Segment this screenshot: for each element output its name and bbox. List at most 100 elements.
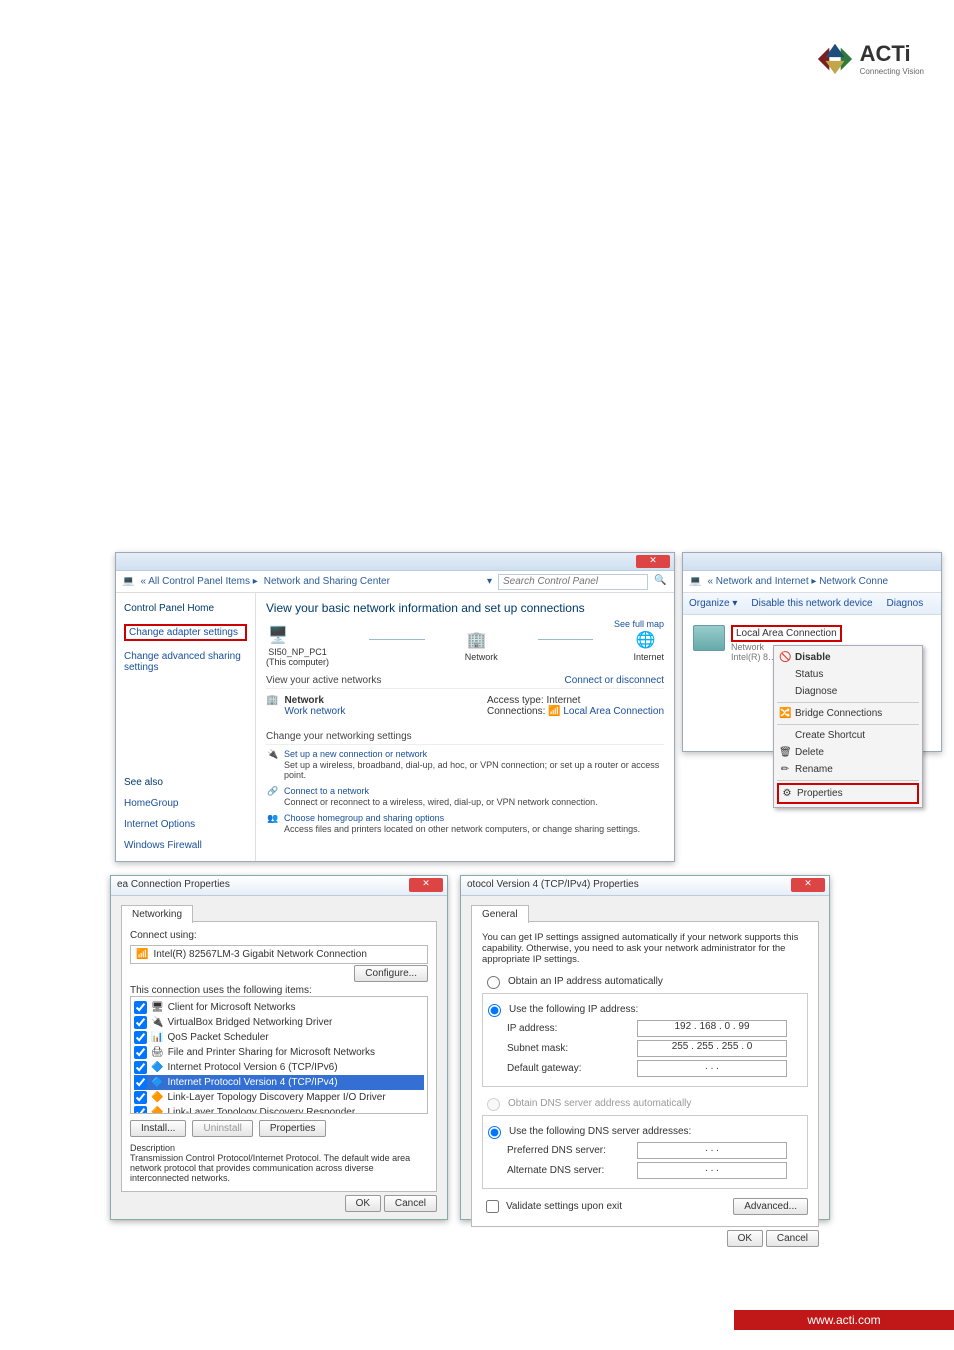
connect-network-link[interactable]: Connect to a network: [284, 786, 369, 796]
sidebar-item-windows-firewall[interactable]: Windows Firewall: [124, 840, 247, 851]
properties-button[interactable]: Properties: [259, 1120, 327, 1137]
adapter-name[interactable]: Local Area Connection: [731, 625, 842, 642]
validate-checkbox[interactable]: [486, 1200, 499, 1213]
checkbox[interactable]: [134, 1091, 147, 1104]
adapter-name: Intel(R) 82567LM-3 Gigabit Network Conne…: [153, 949, 366, 960]
sidebar-item-internet-options[interactable]: Internet Options: [124, 819, 247, 830]
ok-button[interactable]: OK: [345, 1195, 381, 1212]
connect-disconnect-link[interactable]: Connect or disconnect: [564, 675, 664, 686]
gear-icon: ⚙: [781, 788, 793, 799]
menu-create-shortcut[interactable]: Create Shortcut: [777, 727, 919, 744]
configure-button[interactable]: Configure...: [354, 965, 428, 982]
change-adapter-settings-link[interactable]: Change adapter settings: [124, 624, 247, 641]
alternate-dns-input[interactable]: . . .: [637, 1162, 787, 1179]
obtain-ip-radio[interactable]: [487, 976, 500, 989]
list-item: 📊QoS Packet Scheduler: [134, 1030, 424, 1045]
network-sharing-center-window: ✕ 💻 « All Control Panel Items ▸ Network …: [115, 552, 675, 862]
connections-value[interactable]: Local Area Connection: [563, 706, 664, 717]
use-dns-label: Use the following DNS server addresses:: [509, 1126, 691, 1137]
setup-icon: 🔌: [266, 749, 280, 760]
pc-name: SI50_NP_PC1: [266, 647, 329, 657]
use-ip-radio[interactable]: [488, 1004, 501, 1017]
subnet-mask-label: Subnet mask:: [507, 1043, 637, 1054]
printer-icon: 🖨: [151, 1047, 164, 1058]
address-bar[interactable]: 💻 « Network and Internet ▸ Network Conne: [683, 571, 941, 593]
tab-general[interactable]: General: [471, 905, 529, 923]
use-dns-radio[interactable]: [488, 1126, 501, 1139]
checkbox[interactable]: [134, 1031, 147, 1044]
ok-button[interactable]: OK: [727, 1230, 763, 1247]
search-input[interactable]: [498, 574, 648, 590]
see-also-heading: See also: [124, 777, 247, 788]
organize-menu[interactable]: Organize ▾: [689, 598, 737, 609]
checkbox[interactable]: [134, 1046, 147, 1059]
qos-icon: 📊: [151, 1032, 163, 1043]
client-icon: 🖥: [151, 1002, 164, 1013]
obtain-ip-label: Obtain an IP address automatically: [508, 976, 663, 987]
advanced-button[interactable]: Advanced...: [733, 1198, 808, 1215]
menu-diagnose[interactable]: Diagnose: [777, 683, 919, 700]
close-icon[interactable]: ✕: [636, 555, 670, 568]
default-gateway-label: Default gateway:: [507, 1063, 637, 1074]
control-panel-home-link[interactable]: Control Panel Home: [124, 603, 247, 614]
internet-label: Internet: [633, 652, 664, 662]
breadcrumb-current[interactable]: Network and Sharing Center: [264, 576, 390, 587]
menu-properties[interactable]: ⚙Properties: [777, 783, 919, 804]
obtain-dns-radio: [487, 1098, 500, 1111]
default-gateway-input[interactable]: . . .: [637, 1060, 787, 1077]
dialog-title: otocol Version 4 (TCP/IPv4) Properties: [467, 879, 639, 890]
install-button[interactable]: Install...: [130, 1120, 186, 1137]
connection-properties-dialog: ea Connection Properties ✕ Networking Co…: [110, 875, 448, 1220]
protocol-list[interactable]: 🖥Client for Microsoft Networks 🔌VirtualB…: [130, 996, 428, 1114]
window-titlebar: [683, 553, 941, 571]
ipv4-properties-dialog: otocol Version 4 (TCP/IPv4) Properties ✕…: [460, 875, 830, 1220]
use-ip-label: Use the following IP address:: [509, 1004, 638, 1015]
description-label: Description: [130, 1143, 428, 1153]
address-bar[interactable]: 💻 « All Control Panel Items ▸ Network an…: [116, 571, 674, 593]
close-icon[interactable]: ✕: [791, 878, 825, 892]
network-connections-window: 💻 « Network and Internet ▸ Network Conne…: [682, 552, 942, 752]
building-icon: 🏢: [266, 695, 278, 717]
folder-icon: 💻: [122, 576, 134, 587]
diagnose-button[interactable]: Diagnos: [887, 598, 924, 609]
subnet-mask-input[interactable]: 255 . 255 . 255 . 0: [637, 1040, 787, 1057]
close-icon[interactable]: ✕: [409, 878, 443, 892]
logo-icon: [816, 40, 854, 78]
nic-icon: 📶: [136, 949, 148, 960]
checkbox[interactable]: [134, 1076, 147, 1089]
search-icon[interactable]: 🔍: [654, 575, 668, 589]
connect-using-label: Connect using:: [130, 930, 428, 941]
network-name: Network: [284, 695, 345, 706]
folder-icon: 💻: [689, 576, 701, 587]
checkbox[interactable]: [134, 1061, 147, 1074]
uninstall-button: Uninstall: [192, 1120, 252, 1137]
disable-network-device-button[interactable]: Disable this network device: [751, 598, 872, 609]
adapter-icon[interactable]: [693, 625, 725, 651]
list-item: 🔷Internet Protocol Version 6 (TCP/IPv6): [134, 1060, 424, 1075]
menu-delete[interactable]: 🗑Delete: [777, 744, 919, 761]
globe-icon: 🌐: [633, 628, 657, 652]
menu-rename[interactable]: ✏Rename: [777, 761, 919, 778]
network-type[interactable]: Work network: [284, 706, 345, 717]
menu-status[interactable]: Status: [777, 666, 919, 683]
tab-networking[interactable]: Networking: [121, 905, 193, 923]
change-advanced-sharing-link[interactable]: Change advanced sharing settings: [124, 651, 247, 673]
footer-url: www.acti.com: [734, 1310, 954, 1330]
homegroup-link[interactable]: Choose homegroup and sharing options: [284, 813, 444, 823]
preferred-dns-input[interactable]: . . .: [637, 1142, 787, 1159]
ip-address-input[interactable]: 192 . 168 . 0 . 99: [637, 1020, 787, 1037]
sidebar-item-homegroup[interactable]: HomeGroup: [124, 798, 247, 809]
checkbox[interactable]: [134, 1001, 147, 1014]
setup-connection-link[interactable]: Set up a new connection or network: [284, 749, 427, 759]
cancel-button[interactable]: Cancel: [384, 1195, 437, 1212]
main-title: View your basic network information and …: [266, 601, 664, 615]
list-item: 🔶Link-Layer Topology Discovery Responder: [134, 1105, 424, 1114]
see-full-map-link[interactable]: See full map: [614, 619, 664, 629]
checkbox[interactable]: [134, 1016, 147, 1029]
menu-bridge[interactable]: 🔀Bridge Connections: [777, 705, 919, 722]
window-titlebar: ✕: [116, 553, 674, 571]
menu-disable[interactable]: 🚫Disable: [777, 649, 919, 666]
homegroup-icon: 👥: [266, 813, 280, 824]
cancel-button[interactable]: Cancel: [766, 1230, 819, 1247]
checkbox[interactable]: [134, 1106, 147, 1114]
